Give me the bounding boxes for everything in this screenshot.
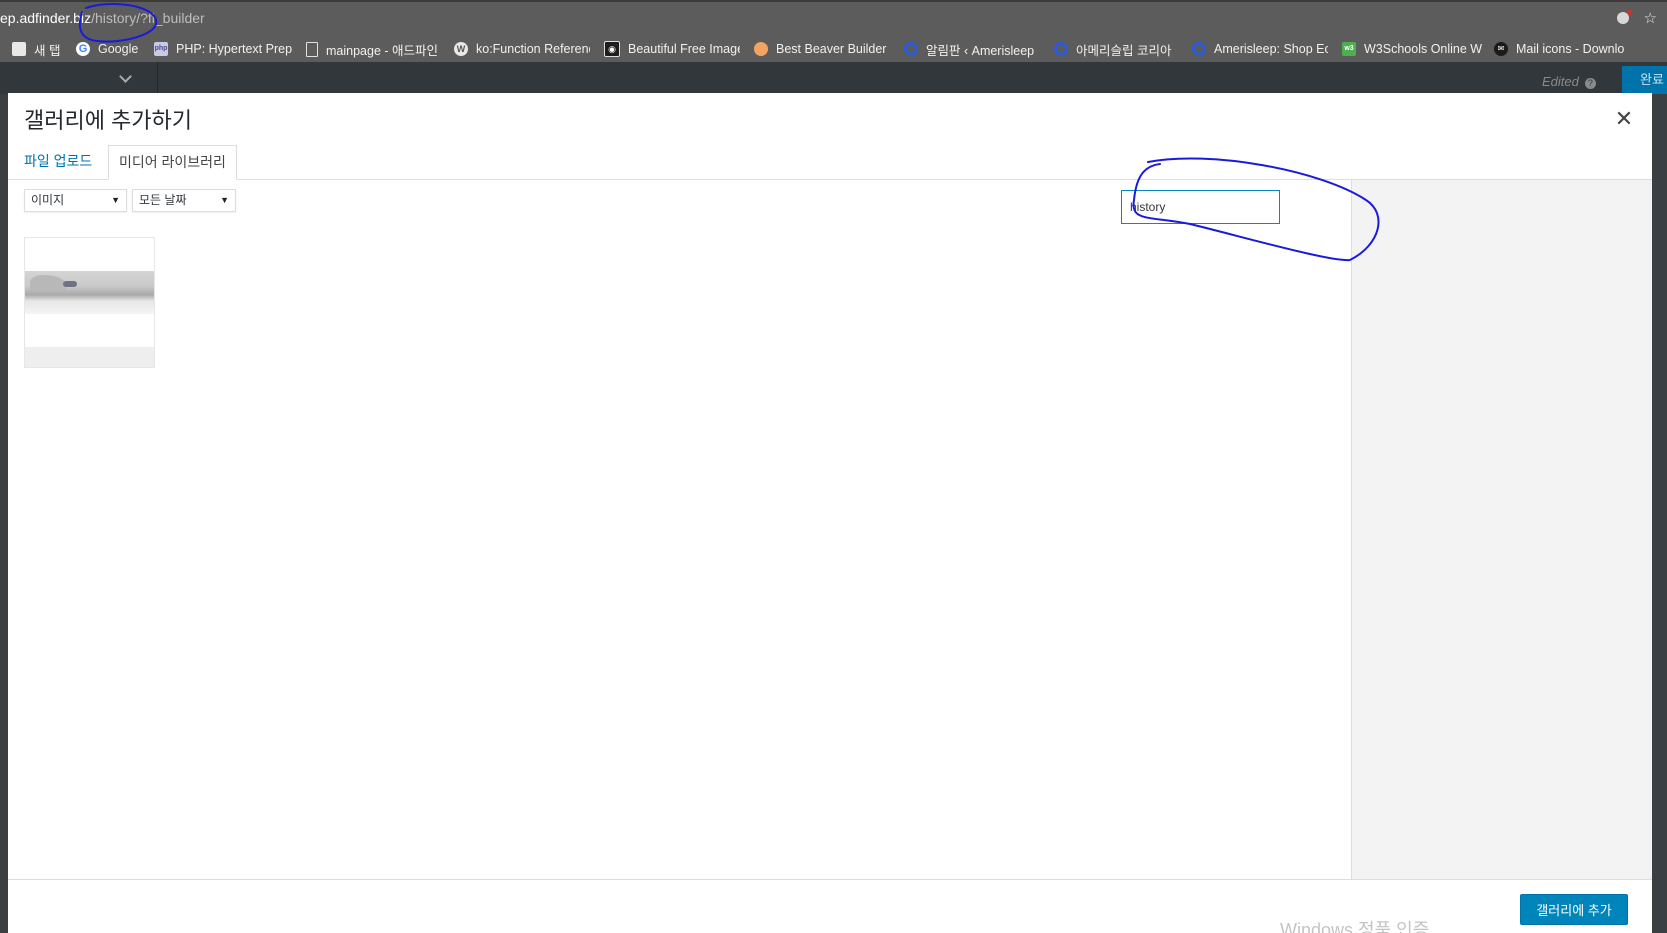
folder-icon bbox=[12, 42, 26, 56]
media-search-input[interactable] bbox=[1122, 191, 1279, 223]
bookmark-item[interactable]: 아메리슬립 코리아 bbox=[1054, 40, 1184, 58]
media-search-box bbox=[1121, 190, 1280, 224]
media-attachment-thumbnail[interactable] bbox=[24, 237, 155, 368]
builder-top-bar: Edited? 완료 bbox=[0, 62, 1667, 94]
amerisleep-icon bbox=[904, 42, 918, 56]
bookmark-item[interactable]: mainpage - 애드파인 bbox=[306, 40, 440, 58]
modal-title: 갤러리에 추가하기 bbox=[24, 108, 193, 133]
bookmark-item[interactable]: Best Beaver Builder bbox=[754, 40, 894, 58]
extension-icon[interactable] bbox=[1617, 10, 1633, 24]
bookmarks-bar: 새 탭 G Google php PHP: Hypertext Prep mainp… bbox=[0, 36, 1667, 63]
attachment-details-sidebar bbox=[1351, 180, 1652, 880]
edited-status: Edited? bbox=[1542, 74, 1596, 89]
bookmark-item[interactable]: ◉ Beautiful Free Image bbox=[604, 40, 740, 58]
caret-down-icon: ▼ bbox=[111, 195, 120, 205]
beaver-icon bbox=[754, 42, 768, 56]
help-icon[interactable]: ? bbox=[1584, 78, 1596, 89]
camera-icon: ◉ bbox=[604, 41, 620, 57]
star-icon[interactable]: ☆ bbox=[1644, 10, 1657, 27]
modal-footer: Windows 정품 인증 갤러리에 추가 bbox=[8, 879, 1652, 933]
bookmark-item[interactable]: w3 W3Schools Online W bbox=[1342, 40, 1482, 58]
mail-icon: ✉ bbox=[1494, 42, 1508, 56]
amerisleep-icon bbox=[1054, 42, 1068, 56]
bookmark-item[interactable]: G Google bbox=[76, 40, 142, 58]
url-text[interactable]: ep.adfinder.biz/history/?fl_builder bbox=[0, 10, 205, 26]
modal-tabs: 파일 업로드 미디어 라이브러리 bbox=[8, 141, 1652, 180]
address-bar-icons: ☆ bbox=[1607, 9, 1657, 27]
close-icon[interactable]: ✕ bbox=[1612, 107, 1636, 131]
caret-down-icon: ▼ bbox=[220, 195, 229, 205]
thumbnail-image bbox=[25, 271, 154, 314]
media-date-filter[interactable]: 모든 날짜 ▼ bbox=[132, 189, 236, 212]
media-modal: 갤러리에 추가하기 ✕ 파일 업로드 미디어 라이브러리 이미지 ▼ 모든 날짜… bbox=[8, 93, 1652, 933]
amerisleep-icon bbox=[1192, 42, 1206, 56]
media-type-filter[interactable]: 이미지 ▼ bbox=[24, 189, 127, 212]
tab-upload-files[interactable]: 파일 업로드 bbox=[16, 145, 100, 179]
wordpress-icon: W bbox=[454, 42, 468, 56]
thumbnail-footer bbox=[25, 347, 154, 367]
bookmark-item[interactable]: php PHP: Hypertext Prep bbox=[154, 40, 292, 58]
bookmark-item[interactable]: 새 탭 bbox=[12, 40, 72, 58]
bookmark-item[interactable]: Amerisleep: Shop Ec bbox=[1192, 40, 1328, 58]
windows-activation-watermark: Windows 정품 인증 bbox=[1280, 920, 1430, 933]
bookmark-item[interactable]: ✉ Mail icons - Downlo bbox=[1494, 40, 1626, 58]
divider bbox=[157, 62, 158, 94]
chevron-down-icon[interactable] bbox=[119, 70, 132, 83]
address-bar[interactable]: ep.adfinder.biz/history/?fl_builder ☆ bbox=[0, 0, 1667, 36]
php-icon: php bbox=[154, 42, 168, 56]
bookmark-item[interactable]: 알림판 ‹ Amerisleep bbox=[904, 40, 1042, 58]
w3schools-icon: w3 bbox=[1342, 42, 1356, 56]
add-to-gallery-button[interactable]: 갤러리에 추가 bbox=[1520, 894, 1628, 925]
tab-media-library[interactable]: 미디어 라이브러리 bbox=[108, 145, 237, 180]
done-button[interactable]: 완료 bbox=[1622, 66, 1667, 94]
bookmark-item[interactable]: Wko:Function Referenc bbox=[454, 40, 590, 58]
google-icon: G bbox=[76, 42, 90, 56]
page-icon bbox=[306, 41, 318, 57]
